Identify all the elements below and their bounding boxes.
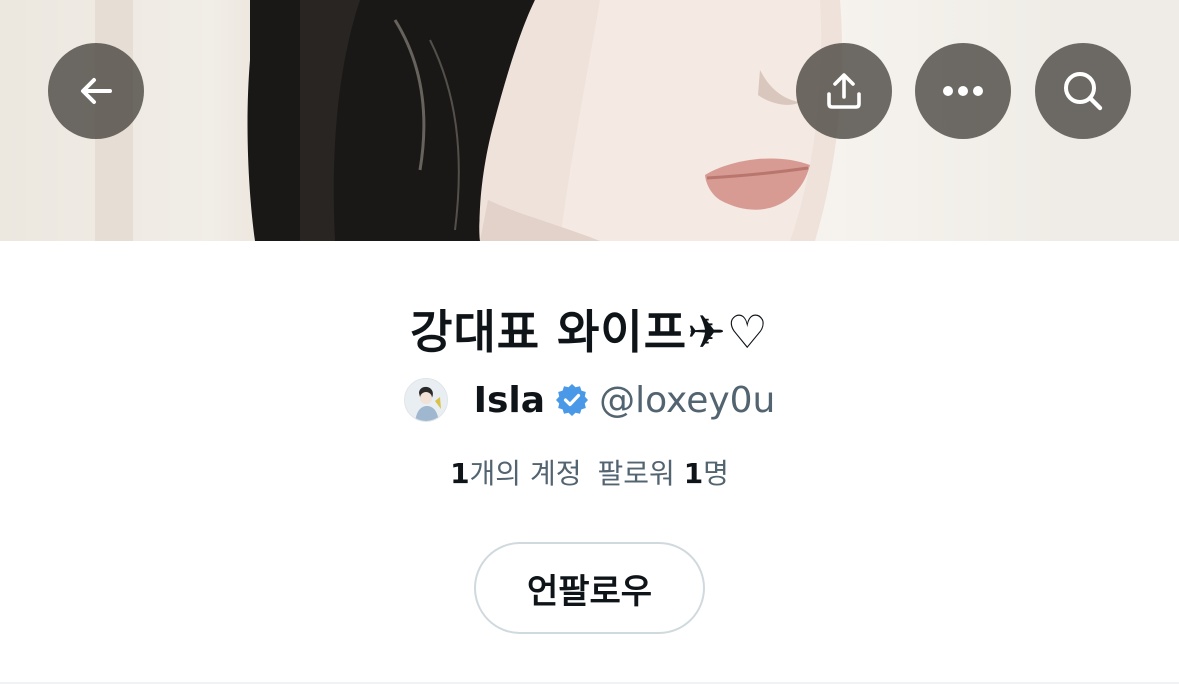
followers-summary[interactable]: 1개의 계정팔로워 1명 (0, 452, 1179, 492)
account-count: 1 (450, 457, 469, 490)
share-button[interactable] (796, 43, 892, 139)
back-button[interactable] (48, 43, 144, 139)
username[interactable]: @loxey0u (599, 380, 775, 421)
account-count-text: 개의 계정 (470, 457, 582, 490)
arrow-left-icon (76, 71, 116, 111)
search-button[interactable] (1035, 43, 1131, 139)
verified-badge-icon (555, 383, 589, 417)
followers-count: 1 (684, 457, 703, 490)
avatar[interactable] (404, 378, 448, 422)
display-name: Isla (474, 380, 545, 421)
account-row[interactable]: Isla @loxey0u (0, 378, 1179, 422)
unfollow-button[interactable]: 언팔로우 (474, 542, 705, 634)
followers-suffix: 명 (703, 457, 729, 490)
more-horizontal-icon (942, 85, 984, 97)
profile-banner[interactable] (0, 0, 1179, 241)
avatar-image (405, 379, 448, 422)
profile-title: 강대표 와이프✈︎♡ (0, 296, 1179, 362)
more-button[interactable] (915, 43, 1011, 139)
search-icon (1061, 69, 1105, 113)
share-upload-icon (823, 70, 865, 112)
followers-label: 팔로워 (598, 457, 675, 490)
banner-image (0, 0, 1179, 241)
